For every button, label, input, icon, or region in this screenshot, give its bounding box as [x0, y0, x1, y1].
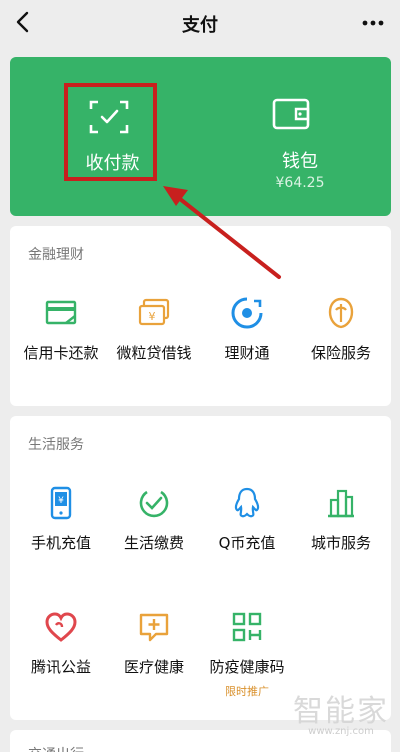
life-services-section: 生活服务 ¥ 手机充值 生活缴费 Q币充值 城市服务 腾讯公益 医疗健康 防疫健…	[10, 416, 391, 720]
promo-badge: 限时推广	[225, 685, 269, 698]
watermark-text: 智能家	[293, 694, 389, 729]
section-title-transport: 交通出行	[28, 744, 84, 752]
item-label: 医疗健康	[123, 658, 184, 676]
charity-heart-icon	[45, 612, 77, 642]
watermark: 智能家 www.znj.com	[286, 686, 396, 742]
item-label: 微粒贷借钱	[116, 344, 192, 362]
nav-bar: 支付	[0, 0, 400, 46]
loan-card-icon: ¥	[138, 298, 170, 326]
svg-text:¥: ¥	[149, 310, 156, 323]
medical-health-button[interactable]: 医疗健康	[104, 610, 204, 677]
qcoin-topup-button[interactable]: Q币充值	[197, 486, 297, 553]
credit-card-icon	[45, 300, 77, 325]
phone-topup-icon: ¥	[50, 486, 72, 520]
item-label: 腾讯公益	[30, 658, 91, 676]
more-options-icon[interactable]	[360, 10, 386, 36]
finance-section: 金融理财 信用卡还款 ¥ 微粒贷借钱 理财通 保险服务	[10, 226, 391, 406]
page-title: 支付	[182, 15, 218, 36]
section-title-finance: 金融理财	[28, 247, 84, 263]
city-service-button[interactable]: 城市服务	[291, 486, 391, 553]
item-label: 防疫健康码	[209, 658, 285, 676]
item-label: 保险服务	[310, 344, 371, 362]
health-code-icon	[232, 612, 262, 642]
watermark-url: www.znj.com	[308, 726, 374, 737]
wallet-button[interactable]: 钱包 ¥64.25	[250, 95, 350, 195]
svg-text:¥: ¥	[58, 496, 64, 506]
micro-loan-button[interactable]: ¥ 微粒贷借钱	[104, 296, 204, 363]
item-label: 理财通	[224, 344, 270, 362]
wallet-balance: ¥64.25	[275, 175, 325, 191]
qcoin-icon	[234, 487, 260, 518]
item-label: 城市服务	[310, 534, 371, 552]
health-code-button[interactable]: 防疫健康码 限时推广	[197, 610, 297, 699]
insurance-icon	[328, 297, 354, 329]
wallet-label: 钱包	[282, 151, 318, 172]
tencent-charity-button[interactable]: 腾讯公益	[11, 610, 111, 677]
highlight-box	[64, 83, 157, 181]
item-label: 手机充值	[30, 534, 91, 552]
city-service-icon	[328, 489, 354, 518]
credit-card-repay-button[interactable]: 信用卡还款	[11, 296, 111, 363]
utility-bill-icon	[139, 490, 169, 518]
wealth-management-button[interactable]: 理财通	[197, 296, 297, 363]
item-label: 信用卡还款	[23, 344, 99, 362]
wealth-icon	[231, 297, 263, 329]
item-label: 生活缴费	[123, 534, 184, 552]
wallet-icon	[272, 98, 310, 130]
section-title-life: 生活服务	[28, 437, 84, 453]
item-label: Q币充值	[218, 534, 276, 552]
phone-topup-button[interactable]: ¥ 手机充值	[11, 486, 111, 553]
medical-icon	[139, 613, 169, 642]
utility-bill-button[interactable]: 生活缴费	[104, 486, 204, 553]
insurance-button[interactable]: 保险服务	[291, 296, 391, 363]
